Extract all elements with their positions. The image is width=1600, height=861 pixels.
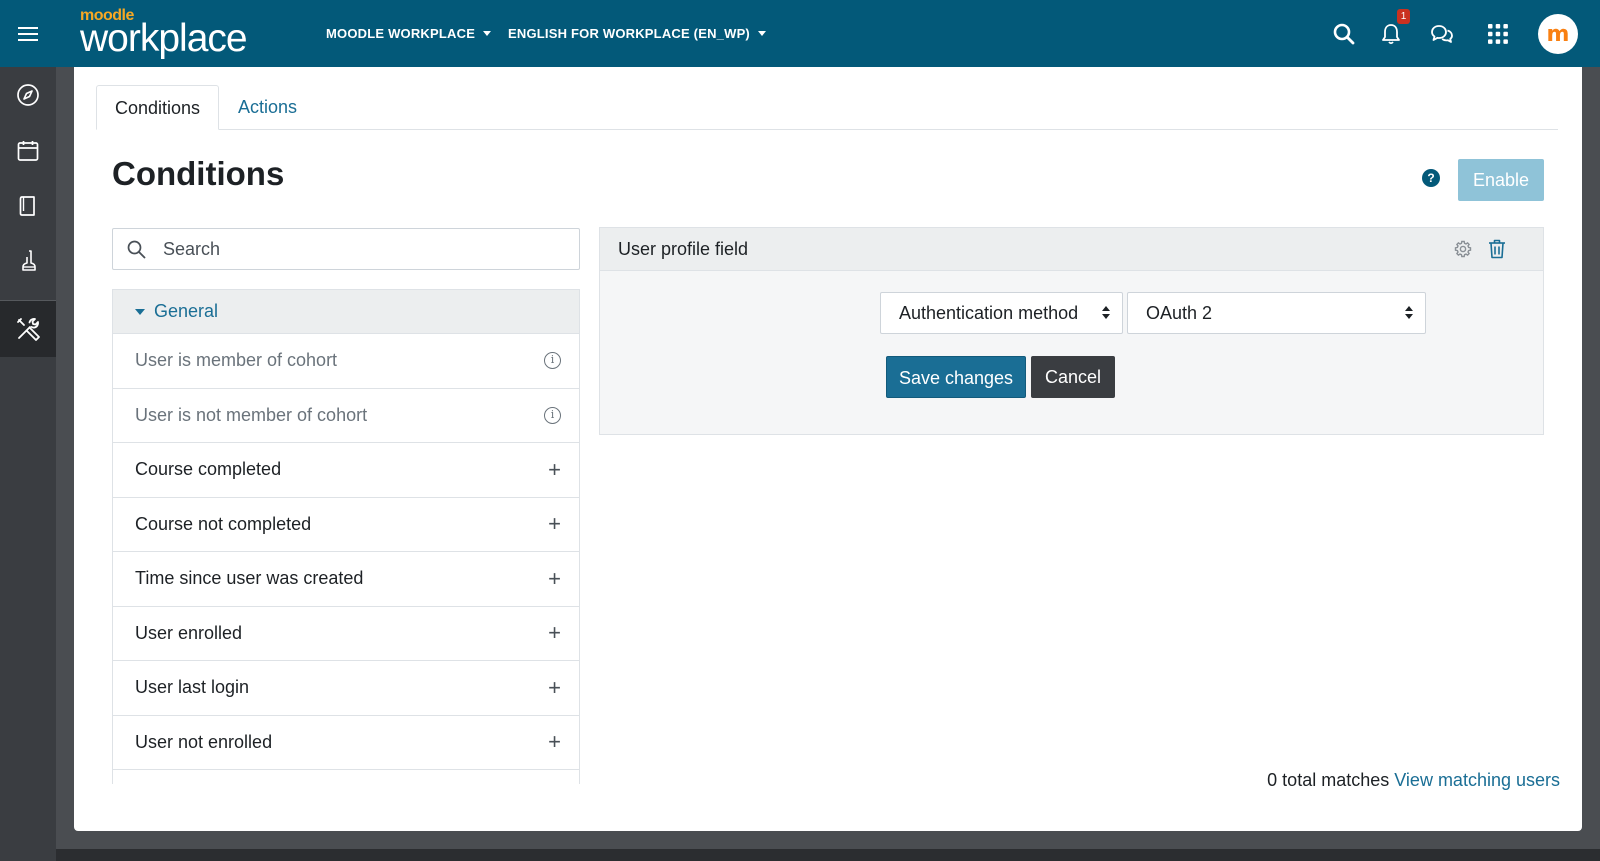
condition-label: User last login [135, 677, 250, 698]
add-plus-icon[interactable]: + [548, 511, 561, 537]
list-item: User is not member of cohort i [113, 389, 579, 443]
matches-summary: 0 total matches View matching users [1267, 770, 1560, 791]
list-item[interactable]: Time since user was created + [113, 552, 579, 607]
page-bottom-bar [56, 849, 1600, 861]
group-general-label: General [154, 301, 219, 321]
condition-label: Course completed [135, 459, 282, 480]
brand-logo[interactable]: moodle workplace [80, 8, 260, 60]
profile-field-select[interactable]: Authentication method [880, 292, 1123, 334]
tab-conditions[interactable]: Conditions [96, 85, 220, 130]
condition-label: User enrolled [135, 622, 243, 643]
enable-button[interactable]: Enable [1458, 159, 1544, 201]
left-rail [0, 67, 56, 861]
list-item[interactable]: User not enrolled + [113, 716, 579, 770]
condition-search [112, 228, 580, 270]
help-question-icon[interactable]: ? [1422, 169, 1440, 187]
rail-book-icon[interactable] [0, 178, 56, 234]
condition-label: User is member of cohort [135, 350, 338, 371]
add-plus-icon[interactable]: + [548, 457, 561, 483]
language-menu[interactable]: ENGLISH FOR WORKPLACE (EN_WP) [508, 0, 766, 67]
caret-down-icon [135, 308, 145, 315]
condition-label: Time since user was created [135, 568, 364, 589]
rail-calendar-icon[interactable] [0, 123, 56, 179]
user-avatar[interactable]: m [1538, 14, 1578, 54]
list-item[interactable]: Course not completed + [113, 498, 579, 552]
save-changes-button[interactable]: Save changes [886, 356, 1026, 398]
notifications-bell-icon[interactable]: 1 [1376, 9, 1410, 49]
auth-method-select-value: OAuth 2 [1146, 303, 1213, 323]
condition-label: Course not completed [135, 513, 312, 534]
list-item[interactable]: User last login + [113, 661, 579, 716]
search-icon[interactable] [1329, 19, 1359, 49]
info-icon[interactable]: i [544, 352, 561, 370]
page-title: Conditions [112, 155, 285, 192]
avatar-logo: m [1546, 21, 1570, 47]
tab-actions[interactable]: Actions [220, 85, 315, 130]
list-item[interactable]: User enrolled + [113, 607, 579, 661]
select-arrows-icon [1405, 306, 1413, 320]
main-content-card: Conditions Actions Conditions ? Enable G… [74, 67, 1582, 831]
add-plus-icon[interactable]: + [548, 566, 561, 592]
auth-method-select[interactable]: OAuth 2 [1127, 292, 1426, 334]
rule-editor-panel: User profile field Authentication method… [599, 227, 1544, 435]
notification-badge: 1 [1397, 9, 1410, 24]
condition-label: User not enrolled [135, 731, 273, 752]
total-matches-text: 0 total matches [1267, 770, 1390, 790]
cancel-button[interactable]: Cancel [1031, 356, 1115, 398]
top-navbar: moodle workplace MOODLE WORKPLACE ENGLIS… [0, 0, 1600, 67]
condition-label: User is not member of cohort [135, 404, 368, 425]
language-menu-label: ENGLISH FOR WORKPLACE (EN_WP) [508, 26, 750, 41]
caret-down-icon [757, 31, 766, 36]
search-icon [127, 240, 146, 264]
rule-title: User profile field [618, 238, 749, 259]
list-item[interactable]: Course completed + [113, 443, 579, 498]
brand-logo-text: workplace [80, 17, 248, 60]
add-plus-icon[interactable]: + [548, 675, 561, 701]
conditions-list: General User is member of cohort i User … [112, 289, 580, 784]
apps-grid-icon[interactable] [1483, 19, 1513, 49]
view-matching-users-link[interactable]: View matching users [1394, 770, 1560, 790]
profile-field-select-value: Authentication method [899, 303, 1079, 323]
tenant-menu[interactable]: MOODLE WORKPLACE [326, 0, 492, 67]
select-arrows-icon [1102, 306, 1110, 320]
rule-header: User profile field [600, 228, 1543, 271]
messages-chat-icon[interactable] [1427, 19, 1457, 49]
trash-icon[interactable] [1488, 239, 1506, 264]
tenant-menu-label: MOODLE WORKPLACE [326, 26, 476, 41]
tab-bar: Conditions Actions [96, 85, 1558, 130]
gear-icon[interactable] [1454, 240, 1472, 263]
hamburger-menu-icon[interactable] [0, 0, 56, 67]
info-icon[interactable]: i [544, 406, 561, 424]
group-general-toggle[interactable]: General [113, 290, 579, 334]
search-input[interactable] [163, 229, 563, 269]
add-plus-icon[interactable]: + [548, 620, 561, 646]
add-plus-icon[interactable]: + [548, 729, 561, 755]
list-item: User is member of cohort i [113, 334, 579, 389]
rail-compass-icon[interactable] [0, 67, 56, 123]
rail-flask-icon[interactable] [0, 233, 56, 289]
rail-tools-icon[interactable] [0, 301, 56, 357]
caret-down-icon [483, 31, 492, 36]
